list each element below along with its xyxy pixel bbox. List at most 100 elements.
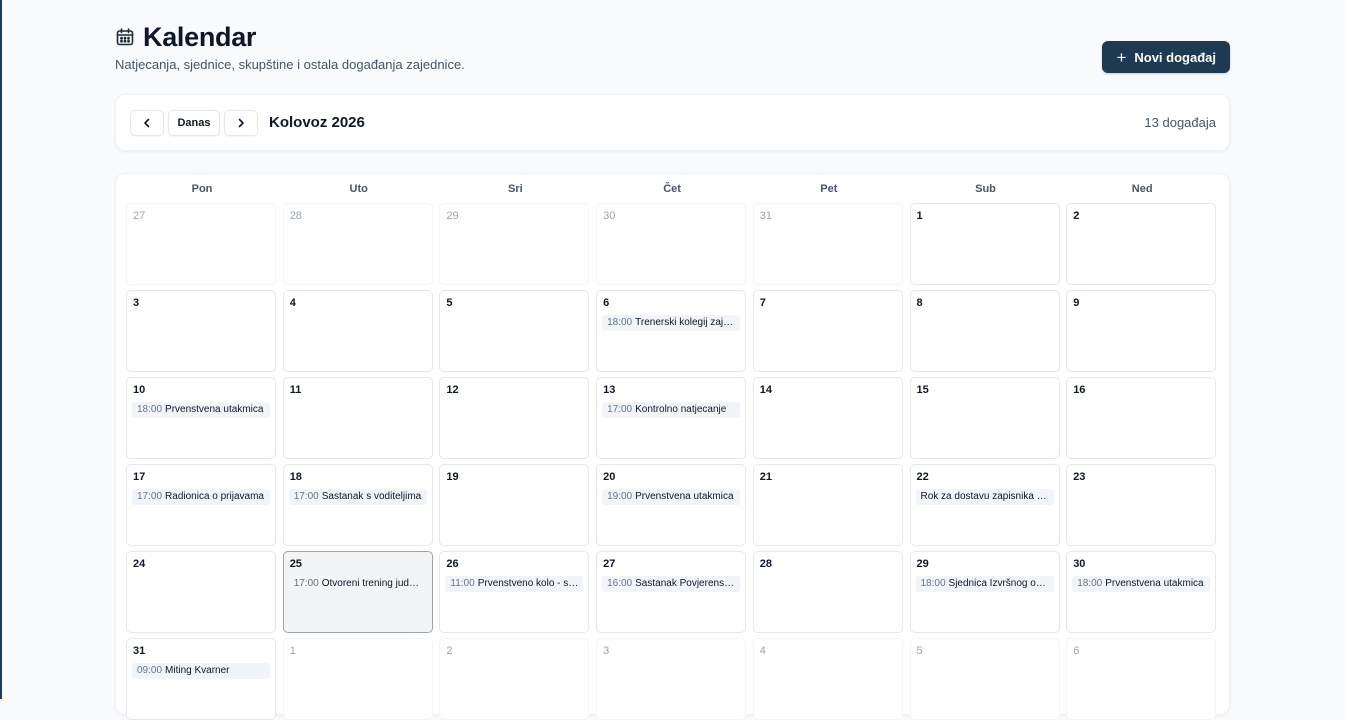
day-cell[interactable]: 27 16:00 Sastanak Povjerenstva xyxy=(596,551,747,633)
day-cell[interactable]: 19 xyxy=(439,464,590,546)
day-cell-today[interactable]: 25 17:00Otvoreni trening juda za djecu xyxy=(282,551,433,633)
event-time: 16:00 xyxy=(607,578,633,589)
prev-month-button[interactable] xyxy=(130,109,164,136)
event-chip[interactable]: 17:00 Radionica o prijavama xyxy=(132,489,270,505)
day-cell[interactable]: 17 17:00 Radionica o prijavama xyxy=(126,464,276,546)
day-cell[interactable]: 18 17:00 Sastanak s voditeljima xyxy=(282,464,433,546)
day-cell-outside[interactable]: 4 xyxy=(752,638,903,720)
event-time: 11:00 xyxy=(450,578,475,589)
event-time: 18:00 xyxy=(1077,578,1103,589)
day-cell[interactable]: 4 xyxy=(282,290,433,372)
day-cell[interactable]: 13 17:00 Kontrolno natjecanje xyxy=(596,377,747,459)
event-chip[interactable]: 09:00 Miting Kvarner xyxy=(132,663,270,679)
event-time: 17:00 xyxy=(293,578,319,589)
event-title: Prvenstvena utakmica xyxy=(635,491,734,502)
event-chip[interactable]: 18:00 Prvenstvena utakmica xyxy=(1072,576,1211,592)
day-cell[interactable]: 6 18:00Trenerski kolegij zajednice xyxy=(596,290,747,372)
day-cell[interactable]: 16 xyxy=(1066,377,1217,459)
day-number: 25 xyxy=(289,558,302,570)
day-cell-outside[interactable]: 27 xyxy=(126,203,276,285)
day-cell-outside[interactable]: 30 xyxy=(596,203,747,285)
day-cell[interactable]: 14 xyxy=(752,377,903,459)
day-cell-outside[interactable]: 29 xyxy=(439,203,590,285)
day-cell[interactable]: 15 xyxy=(909,377,1060,459)
event-chip[interactable]: 17:00 Sastanak s voditeljima xyxy=(288,489,427,505)
day-cell[interactable]: 20 19:00 Prvenstvena utakmica xyxy=(596,464,747,546)
event-chip[interactable]: Rok za dostavu zapisnika sjednica xyxy=(915,489,1054,505)
weekday-label: Čet xyxy=(663,183,681,195)
event-chip[interactable]: 17:00 Kontrolno natjecanje xyxy=(602,402,741,418)
day-number: 1 xyxy=(916,210,923,222)
day-number: 22 xyxy=(916,471,929,483)
day-cell[interactable]: 3 xyxy=(126,290,276,372)
day-number: 15 xyxy=(916,384,929,396)
day-cell[interactable]: 12 xyxy=(439,377,590,459)
day-cell[interactable]: 30 18:00 Prvenstvena utakmica xyxy=(1066,551,1217,633)
day-cell[interactable]: 7 xyxy=(752,290,903,372)
event-chip[interactable]: 16:00 Sastanak Povjerenstva xyxy=(602,576,741,592)
day-number: 31 xyxy=(133,645,146,657)
day-number: 26 xyxy=(446,558,459,570)
day-cell[interactable]: 24 xyxy=(126,551,276,633)
new-event-button[interactable]: + Novi događaj xyxy=(1102,41,1230,73)
day-cell[interactable]: 9 xyxy=(1066,290,1217,372)
day-number: 10 xyxy=(133,384,146,396)
event-count: 13 događaja xyxy=(1144,115,1216,130)
event-title: Prvenstvena utakmica xyxy=(1105,578,1204,589)
weekday-label: Pon xyxy=(191,183,213,195)
day-cell[interactable]: 21 xyxy=(752,464,903,546)
day-cell[interactable]: 31 09:00 Miting Kvarner xyxy=(126,638,276,720)
day-cell[interactable]: 8 xyxy=(909,290,1060,372)
day-number: 2 xyxy=(1073,210,1080,222)
event-title: Trenerski kolegij zajednice xyxy=(635,317,740,328)
day-cell-outside[interactable]: 5 xyxy=(909,638,1060,720)
weekday-label: Ned xyxy=(1131,183,1153,195)
day-number: 9 xyxy=(1073,297,1080,309)
day-cell-outside[interactable]: 28 xyxy=(282,203,433,285)
day-cell[interactable]: 1 xyxy=(909,203,1060,285)
day-cell-outside[interactable]: 2 xyxy=(439,638,590,720)
day-cell[interactable]: 23 xyxy=(1066,464,1217,546)
day-number: 12 xyxy=(446,384,459,396)
day-cell-outside[interactable]: 3 xyxy=(596,638,747,720)
event-time: 18:00 xyxy=(137,404,163,415)
page-header: Kalendar Natjecanja, sjednice, skupštine… xyxy=(115,20,1230,80)
event-time: 09:00 xyxy=(137,665,163,676)
day-number: 29 xyxy=(916,558,929,570)
event-title: Sastanak s voditeljima xyxy=(321,491,422,502)
day-cell-outside[interactable]: 6 xyxy=(1066,638,1217,720)
day-cell[interactable]: 11 xyxy=(282,377,433,459)
day-number: 4 xyxy=(759,645,766,657)
day-number: 30 xyxy=(603,210,616,222)
day-cell-outside[interactable]: 31 xyxy=(752,203,903,285)
day-cell[interactable]: 5 xyxy=(439,290,590,372)
event-chip[interactable]: 18:00Trenerski kolegij zajednice xyxy=(602,315,741,331)
day-number: 5 xyxy=(446,297,453,309)
day-cell[interactable]: 28 xyxy=(752,551,903,633)
new-event-label: Novi događaj xyxy=(1134,49,1216,65)
day-cell-outside[interactable]: 1 xyxy=(282,638,433,720)
event-chip[interactable]: 11:00 Prvenstveno kolo - seniori xyxy=(445,576,584,592)
day-number: 28 xyxy=(289,210,302,222)
event-chip[interactable]: 17:00Otvoreni trening juda za djecu xyxy=(289,576,427,592)
today-button[interactable]: Danas xyxy=(168,109,220,136)
day-cell[interactable]: 2 xyxy=(1066,203,1217,285)
day-cell[interactable]: 26 11:00 Prvenstveno kolo - seniori xyxy=(439,551,590,633)
event-chip[interactable]: 18:00 Prvenstvena utakmica xyxy=(132,402,270,418)
day-number: 18 xyxy=(289,471,302,483)
day-number: 27 xyxy=(133,210,146,222)
event-chip[interactable]: 19:00 Prvenstvena utakmica xyxy=(602,489,741,505)
event-title: Otvoreni trening juda za djecu xyxy=(321,578,427,589)
day-number: 27 xyxy=(603,558,616,570)
day-number: 28 xyxy=(759,558,773,570)
chevron-right-icon xyxy=(238,118,244,127)
event-chip[interactable]: 18:00 Sjednica Izvršnog odbora xyxy=(915,576,1054,592)
day-cell[interactable]: 29 18:00 Sjednica Izvršnog odbora xyxy=(909,551,1060,633)
day-number: 13 xyxy=(603,384,616,396)
next-month-button[interactable] xyxy=(224,109,258,136)
day-number: 17 xyxy=(133,471,146,483)
day-cell[interactable]: 22 Rok za dostavu zapisnika sjednica xyxy=(909,464,1060,546)
day-cell[interactable]: 10 18:00 Prvenstvena utakmica xyxy=(126,377,276,459)
weekday-label: Sri xyxy=(508,183,523,195)
day-number: 5 xyxy=(916,645,923,657)
